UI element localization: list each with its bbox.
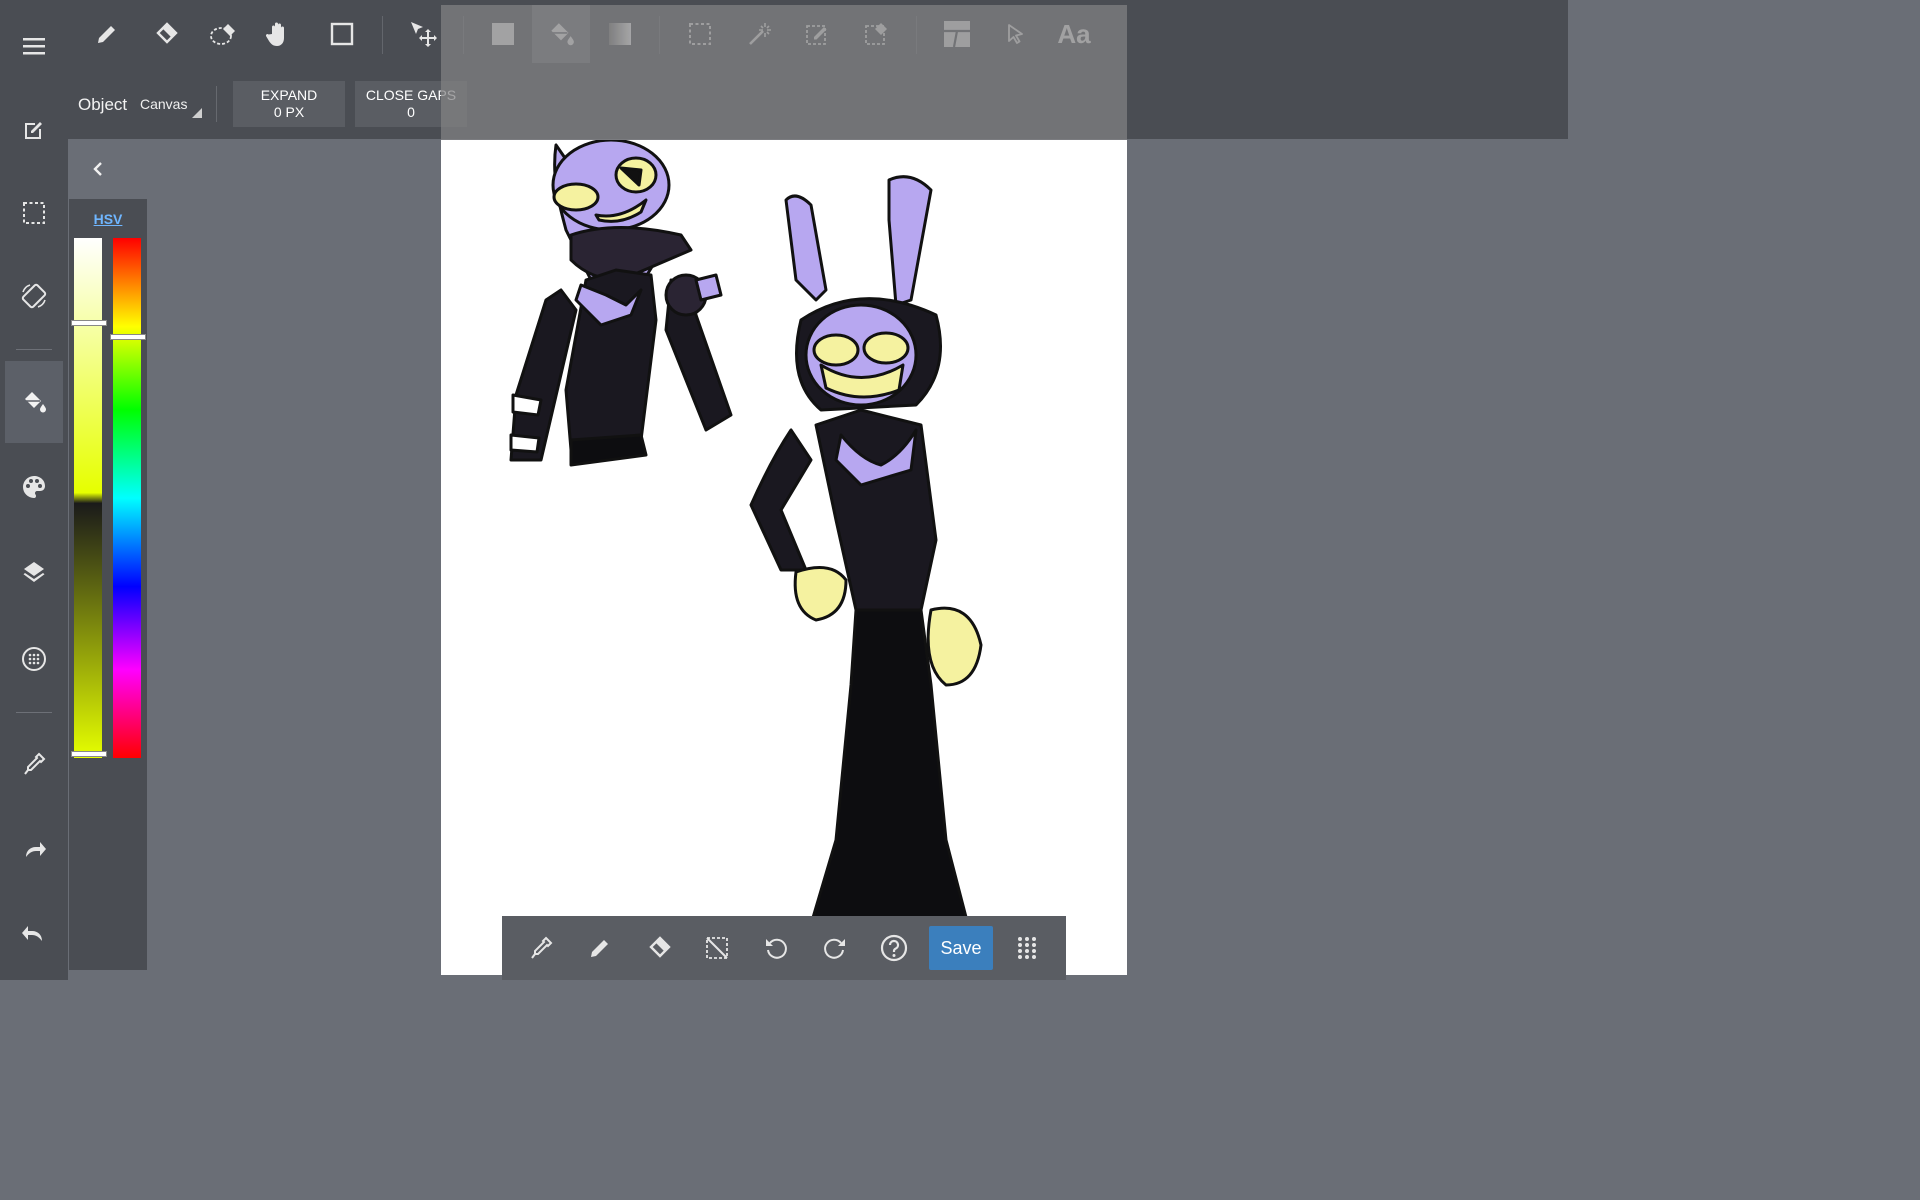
move-select-icon	[411, 22, 437, 47]
deselect-icon	[706, 937, 728, 959]
lasso-eraser-tool-button[interactable]	[195, 5, 253, 63]
undo-icon	[22, 926, 42, 941]
value-handle[interactable]	[71, 751, 107, 757]
layers-icon	[23, 562, 45, 582]
more-options-button[interactable]	[1002, 924, 1052, 972]
hand-tool-button[interactable]	[250, 5, 308, 63]
texture-button[interactable]	[5, 619, 63, 699]
fill-tool-button[interactable]	[5, 361, 63, 443]
object-select[interactable]: Canvas	[140, 88, 202, 118]
palette-button[interactable]	[5, 447, 63, 527]
menu-icon	[23, 38, 45, 55]
object-label: Object	[78, 95, 128, 114]
grid-dots-icon	[1018, 937, 1036, 959]
texture-icon	[22, 647, 46, 671]
deselect-button[interactable]	[692, 924, 742, 972]
rectangle-icon	[330, 22, 354, 46]
hue-slider[interactable]	[110, 238, 146, 758]
quick-eyedropper-button[interactable]	[516, 924, 566, 972]
sidebar-divider	[16, 349, 52, 350]
collapse-panel-button[interactable]	[84, 155, 112, 183]
drawing-canvas[interactable]	[441, 140, 1127, 975]
hand-icon	[265, 22, 284, 46]
eyedropper-button[interactable]	[5, 724, 63, 804]
artwork-illustration	[509, 140, 983, 975]
left-character-drawing	[509, 140, 733, 467]
pencil-icon	[591, 940, 608, 957]
lasso-eraser-icon	[210, 24, 235, 45]
pencil-tool-button[interactable]	[78, 5, 136, 63]
palette-icon	[23, 476, 45, 498]
menu-button[interactable]	[5, 6, 63, 86]
edit-button[interactable]	[5, 90, 63, 170]
sidebar-divider	[16, 712, 52, 713]
layers-button[interactable]	[5, 532, 63, 612]
rotate-screen-button[interactable]	[5, 256, 63, 336]
quick-eraser-button[interactable]	[634, 924, 684, 972]
color-panel: HSV	[69, 199, 147, 970]
expand-value: 0 PX	[273, 104, 305, 120]
left-sidebar	[0, 0, 68, 980]
undo-rotate-icon	[766, 938, 787, 959]
selection-icon	[23, 202, 45, 224]
help-icon	[880, 934, 908, 962]
right-character-drawing	[749, 175, 983, 975]
toolbar-overlay	[441, 5, 1127, 140]
eyedropper-icon	[24, 752, 46, 775]
save-button[interactable]: Save	[929, 926, 993, 970]
undo-button[interactable]	[5, 894, 63, 974]
redo-rotate-icon	[824, 938, 845, 959]
redo-button[interactable]	[5, 810, 63, 890]
pencil-icon	[98, 26, 115, 43]
quick-undo-button[interactable]	[751, 924, 801, 972]
toolbar-divider	[382, 16, 383, 54]
quick-redo-button[interactable]	[810, 924, 860, 972]
eraser-icon	[649, 936, 671, 958]
rotate-screen-icon	[21, 283, 47, 309]
dropdown-corner-icon	[192, 108, 202, 118]
eyedropper-icon	[531, 936, 553, 959]
eraser-tool-button[interactable]	[137, 5, 195, 63]
options-divider	[216, 86, 217, 122]
expand-title: EXPAND	[260, 87, 318, 103]
quick-pencil-button[interactable]	[575, 924, 625, 972]
redo-icon	[26, 842, 46, 857]
expand-button[interactable]: EXPAND 0 PX	[233, 81, 345, 127]
rectangle-tool-button[interactable]	[313, 5, 371, 63]
help-button[interactable]	[869, 924, 919, 972]
hsv-mode-link[interactable]: HSV	[69, 211, 147, 227]
hue-handle[interactable]	[110, 334, 146, 340]
bottom-quick-bar: Save	[502, 916, 1066, 980]
paint-bucket-icon	[25, 392, 46, 413]
saturation-value-handle[interactable]	[71, 320, 107, 326]
saturation-value-slider[interactable]	[71, 238, 107, 758]
chevron-left-icon	[93, 162, 102, 176]
selection-button[interactable]	[5, 173, 63, 253]
eraser-icon	[156, 22, 178, 44]
edit-icon	[25, 122, 42, 139]
